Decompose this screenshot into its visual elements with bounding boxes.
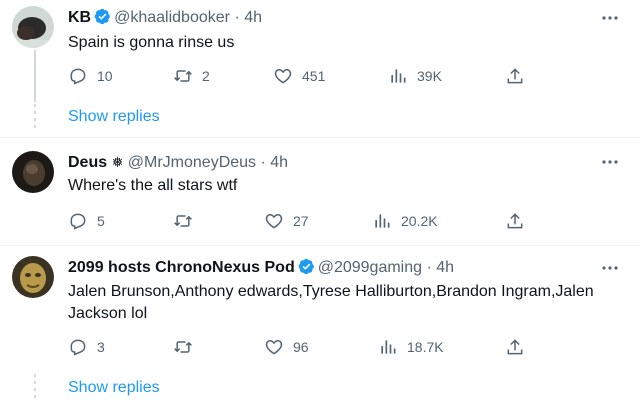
reply-icon xyxy=(70,68,86,85)
reply-button[interactable]: 10 xyxy=(68,65,113,87)
reply-button[interactable]: 3 xyxy=(68,336,105,358)
retweet-icon xyxy=(174,70,192,82)
tweet[interactable]: 2099 hosts ChronoNexus Pod @2099gaming · … xyxy=(0,246,640,403)
share-button[interactable] xyxy=(505,65,525,87)
reply-button[interactable]: 5 xyxy=(68,210,105,232)
handle[interactable]: @khaalidbooker xyxy=(114,9,230,26)
analytics-icon xyxy=(391,69,406,83)
show-replies-link[interactable]: Show replies xyxy=(68,379,160,397)
action-bar: 3 96 18.7K xyxy=(68,336,588,358)
share-icon xyxy=(507,213,523,229)
views-button[interactable]: 18.7K xyxy=(378,336,444,358)
tweet-header: Deus ❅ @MrJmoneyDeus · 4h xyxy=(68,152,288,173)
like-count: 27 xyxy=(293,213,309,229)
display-name[interactable]: 2099 hosts ChronoNexus Pod xyxy=(68,259,295,276)
tweet-header: 2099 hosts ChronoNexus Pod @2099gaming · … xyxy=(68,258,454,278)
avatar[interactable] xyxy=(12,256,54,298)
like-count: 96 xyxy=(293,339,309,355)
more-options-icon[interactable] xyxy=(600,8,620,28)
handle[interactable]: @2099gaming xyxy=(318,259,422,276)
tweet-header: KB @khaalidbooker · 4h xyxy=(68,8,262,28)
retweet-icon xyxy=(174,215,192,227)
more-options-icon[interactable] xyxy=(600,258,620,278)
action-bar: 5 27 20.2K xyxy=(68,210,588,232)
reply-icon xyxy=(70,339,86,356)
timestamp[interactable]: 4h xyxy=(270,154,288,171)
reply-count: 3 xyxy=(97,339,105,355)
verified-badge-icon xyxy=(94,8,111,25)
view-count: 20.2K xyxy=(401,213,438,229)
tweet-text: Jalen Brunson,Anthony edwards,Tyrese Hal… xyxy=(68,283,594,322)
retweet-button[interactable]: 2 xyxy=(173,65,210,87)
like-button[interactable]: 451 xyxy=(273,65,325,87)
action-bar: 10 2 451 39K xyxy=(68,65,588,87)
like-count: 451 xyxy=(302,68,326,84)
display-name[interactable]: Deus xyxy=(68,154,107,171)
separator: · xyxy=(260,154,266,171)
share-icon xyxy=(507,339,523,355)
reply-count: 5 xyxy=(97,213,105,229)
show-replies-link[interactable]: Show replies xyxy=(68,108,160,126)
retweet-count: 2 xyxy=(202,68,210,84)
share-button[interactable] xyxy=(505,336,525,358)
snowflake-icon: ❅ xyxy=(111,154,124,170)
reply-count: 10 xyxy=(97,68,113,84)
separator: · xyxy=(426,259,432,276)
handle[interactable]: @MrJmoneyDeus xyxy=(128,154,256,171)
like-button[interactable]: 96 xyxy=(264,336,309,358)
timestamp[interactable]: 4h xyxy=(244,9,262,26)
tweet-text: Spain is gonna rinse us xyxy=(68,34,235,51)
avatar[interactable] xyxy=(12,6,54,48)
share-button[interactable] xyxy=(505,210,525,232)
views-button[interactable]: 20.2K xyxy=(372,210,438,232)
analytics-icon xyxy=(381,340,396,354)
view-count: 18.7K xyxy=(407,339,444,355)
reply-icon xyxy=(70,213,86,230)
share-icon xyxy=(507,68,523,84)
views-button[interactable]: 39K xyxy=(388,65,442,87)
verified-badge-icon xyxy=(298,258,314,275)
tweet[interactable]: Deus ❅ @MrJmoneyDeus · 4h Where's the al… xyxy=(0,138,640,246)
tweet-text: Where's the all stars wtf xyxy=(68,177,238,194)
analytics-icon xyxy=(375,214,390,228)
more-options-icon[interactable] xyxy=(600,152,620,172)
retweet-button[interactable] xyxy=(173,336,193,358)
retweet-icon xyxy=(174,341,192,353)
like-button[interactable]: 27 xyxy=(264,210,309,232)
avatar[interactable] xyxy=(12,151,54,193)
display-name[interactable]: KB xyxy=(68,9,91,26)
timestamp[interactable]: 4h xyxy=(436,259,454,276)
tweet[interactable]: KB @khaalidbooker · 4h Spain is gonna rin… xyxy=(0,0,640,136)
heart-icon xyxy=(265,213,283,229)
retweet-button[interactable] xyxy=(173,210,193,232)
heart-icon xyxy=(274,68,292,84)
separator: · xyxy=(234,9,240,26)
heart-icon xyxy=(265,339,283,355)
view-count: 39K xyxy=(417,68,442,84)
